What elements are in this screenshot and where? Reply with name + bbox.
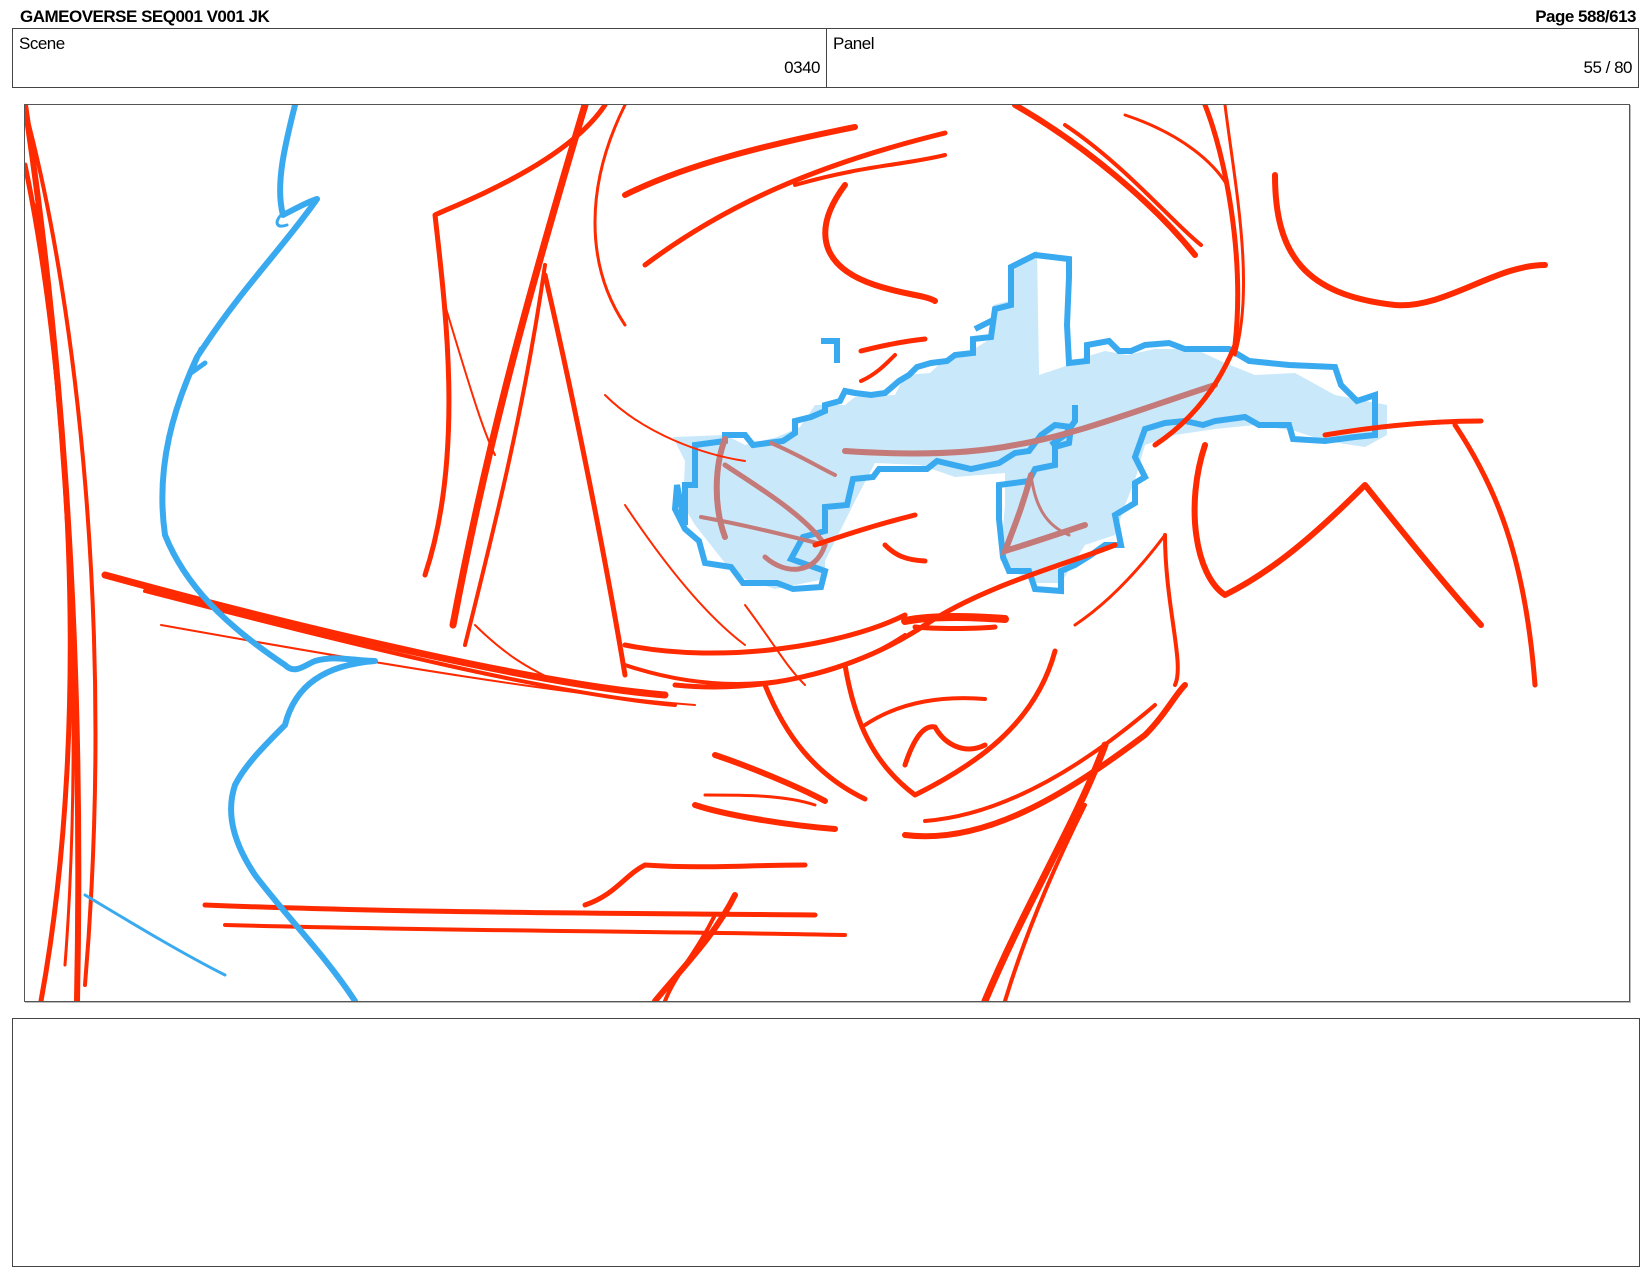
panel-number: 55 / 80: [1583, 58, 1633, 77]
storyboard-drawing-frame: [24, 104, 1630, 1002]
pixel-glasses-fill: [673, 250, 1387, 589]
scene-number: 0340: [784, 58, 820, 77]
panel-label: Panel: [833, 34, 874, 53]
scene-label: Scene: [19, 34, 65, 53]
scene-panel-info-bar: Scene 0340 Panel 55 / 80: [12, 28, 1639, 88]
notes-box: [12, 1018, 1640, 1267]
page-indicator: Page 588/613: [1535, 7, 1636, 26]
panel-cell: Panel 55 / 80: [827, 29, 1638, 87]
storyboard-sketch: [25, 105, 1548, 1001]
document-title: GAMEOVERSE SEQ001 V001 JK: [20, 7, 270, 26]
scene-cell: Scene 0340: [13, 29, 827, 87]
blue-line-strokes: [83, 105, 378, 1001]
